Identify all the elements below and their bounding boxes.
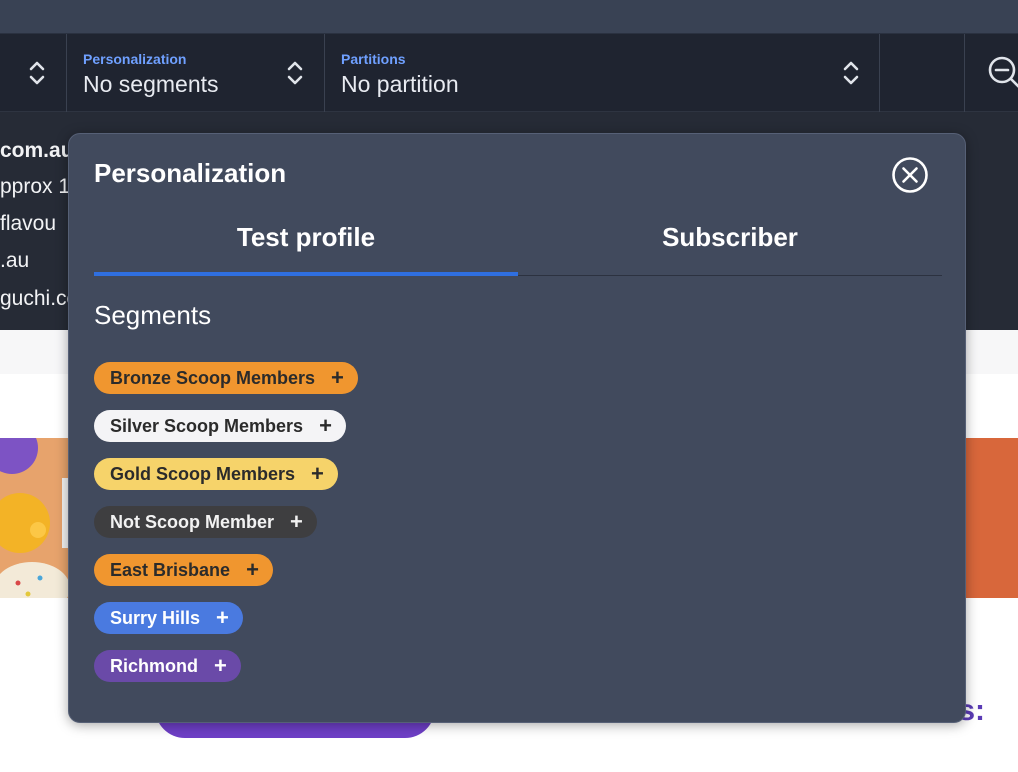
preview-text-line: guchi.co <box>0 287 79 310</box>
segment-chip[interactable]: Bronze Scoop Members + <box>94 362 358 394</box>
toolbar-divider <box>66 34 67 112</box>
toolbar-divider <box>964 34 965 112</box>
toolbar-divider <box>324 34 325 112</box>
toolbar: Personalization No segments Partitions N… <box>0 34 1018 112</box>
segment-chip[interactable]: Not Scoop Member + <box>94 506 317 538</box>
segments-heading: Segments <box>94 300 212 330</box>
tab-subscriber[interactable]: Subscriber <box>518 214 942 276</box>
personalization-label: Personalization <box>83 51 187 67</box>
top-strip <box>0 0 1018 34</box>
segment-chip-label: Bronze Scoop Members <box>110 367 316 388</box>
personalization-value: No segments <box>83 71 219 97</box>
personalization-modal: Personalization Test profile Subscriber … <box>68 133 966 723</box>
add-segment-icon[interactable]: + <box>319 415 332 437</box>
preview-text-line: .au <box>0 249 30 272</box>
close-icon[interactable] <box>891 156 929 194</box>
add-segment-icon[interactable]: + <box>216 607 229 629</box>
chevron-up-down-icon[interactable] <box>842 59 860 87</box>
segment-chip-label: Silver Scoop Members <box>110 415 304 436</box>
preview-text-line: com.au <box>0 139 74 162</box>
chevron-up-down-icon[interactable] <box>286 59 304 87</box>
toolbar-divider <box>879 34 880 112</box>
add-segment-icon[interactable]: + <box>246 559 259 581</box>
segment-chip-label: Richmond <box>110 655 198 676</box>
add-segment-icon[interactable]: + <box>311 463 324 485</box>
segment-chip[interactable]: Gold Scoop Members + <box>94 458 338 490</box>
ice-cream-image <box>0 438 70 598</box>
segment-list: Bronze Scoop Members + Silver Scoop Member… <box>94 362 358 698</box>
add-segment-icon[interactable]: + <box>214 655 227 677</box>
segment-chip-label: Gold Scoop Members <box>110 463 296 484</box>
preview-text-line: pprox 1) <box>0 175 78 198</box>
segment-chip-label: Surry Hills <box>110 607 201 628</box>
segment-chip[interactable]: Richmond + <box>94 650 241 682</box>
segment-chip-label: Not Scoop Member <box>110 511 275 532</box>
segment-chip[interactable]: Silver Scoop Members + <box>94 410 346 442</box>
add-segment-icon[interactable]: + <box>290 511 303 533</box>
modal-title: Personalization <box>94 158 287 188</box>
partitions-label: Partitions <box>341 51 406 67</box>
tab-test-profile[interactable]: Test profile <box>94 214 518 276</box>
zoom-out-icon[interactable] <box>986 54 1018 90</box>
chevron-up-down-icon[interactable] <box>28 59 46 87</box>
preview-text-line: flavou <box>0 212 57 235</box>
partitions-value: No partition <box>341 71 459 97</box>
orange-banner-image <box>960 438 1018 598</box>
modal-tabs: Test profile Subscriber <box>94 214 942 276</box>
add-segment-icon[interactable]: + <box>331 367 344 389</box>
segment-chip-label: East Brisbane <box>110 559 231 580</box>
segment-chip[interactable]: East Brisbane + <box>94 554 273 586</box>
segment-chip[interactable]: Surry Hills + <box>94 602 243 634</box>
